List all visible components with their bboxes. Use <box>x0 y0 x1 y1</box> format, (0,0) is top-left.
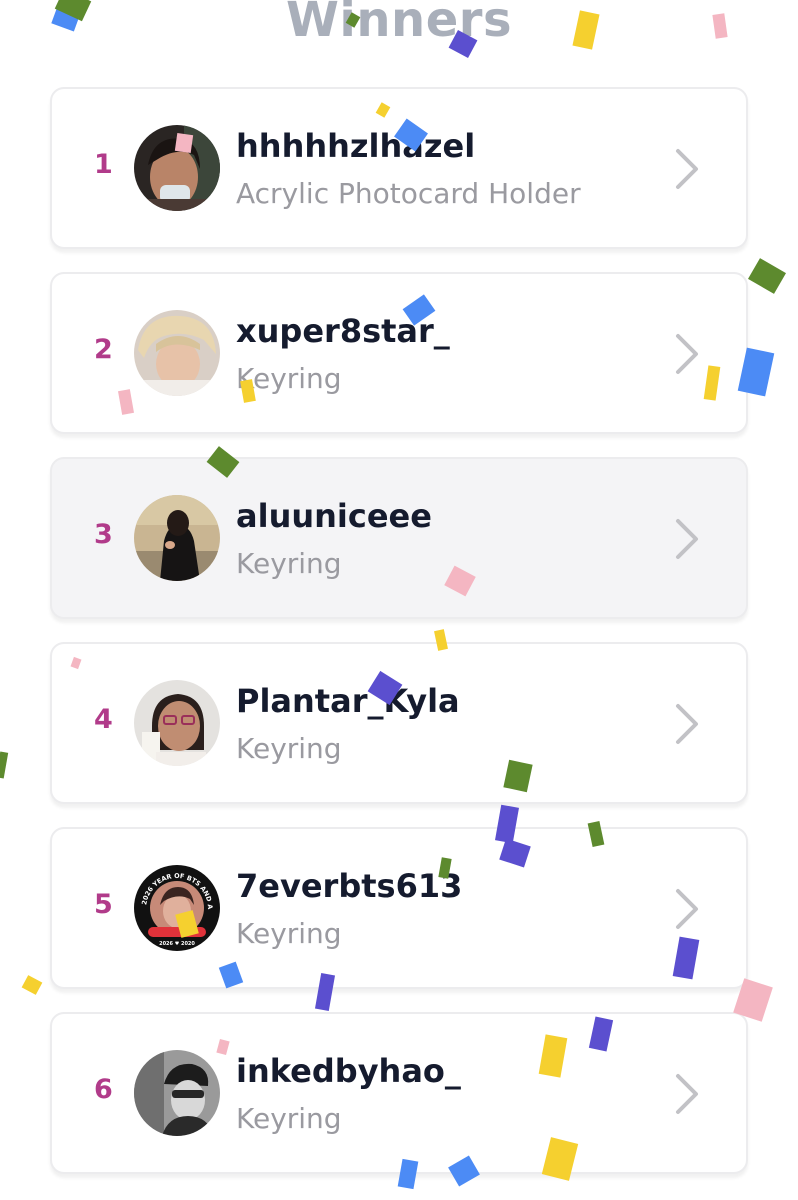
username: Plantar_Kyla <box>236 682 460 720</box>
rank-number: 4 <box>94 704 113 735</box>
username: hhhhhzlhazel <box>236 127 476 165</box>
chevron-right-icon <box>676 334 698 374</box>
username: aluuniceee <box>236 497 432 535</box>
avatar-photo-icon <box>134 1050 220 1136</box>
winners-list: 1 hhhhhzlhazel Acrylic Photocard Holder … <box>50 87 750 1197</box>
rank-number: 1 <box>94 149 113 180</box>
avatar-photo-icon <box>134 680 220 766</box>
rank-number: 2 <box>94 334 113 365</box>
prize-label: Keyring <box>236 732 342 765</box>
page-title: Winners <box>285 0 513 48</box>
prize-label: Keyring <box>236 547 342 580</box>
badge-years-text: 2026 ♥ 2020 <box>159 941 195 947</box>
chevron-right-icon <box>676 149 698 189</box>
winner-card-6[interactable]: 6 inkedbyhao_ Keyring <box>50 1012 748 1174</box>
prize-label: Acrylic Photocard Holder <box>236 177 581 210</box>
username: 7everbts613 <box>236 867 463 905</box>
rank-number: 6 <box>94 1074 113 1105</box>
avatar-photo-icon <box>134 495 220 581</box>
chevron-right-icon <box>676 704 698 744</box>
winner-card-4[interactable]: 4 Plantar_Kyla Keyring <box>50 642 748 804</box>
chevron-right-icon <box>676 1074 698 1114</box>
winner-card-3[interactable]: 3 aluuniceee Keyring <box>50 457 748 619</box>
winner-card-1[interactable]: 1 hhhhhzlhazel Acrylic Photocard Holder <box>50 87 748 249</box>
prize-label: Keyring <box>236 917 342 950</box>
prize-label: Keyring <box>236 362 342 395</box>
username: xuper8star_ <box>236 312 450 350</box>
confetti-piece <box>21 975 43 995</box>
rank-number: 5 <box>94 889 113 920</box>
chevron-right-icon <box>676 889 698 929</box>
winner-card-5[interactable]: 5 2026 YEAR OF BTS AND ARMY 2026 ♥ 2020 … <box>50 827 748 989</box>
confetti-piece <box>748 258 786 294</box>
avatar-badge-icon: 2026 YEAR OF BTS AND ARMY 2026 ♥ 2020 <box>134 865 220 951</box>
avatar-photo-icon <box>134 125 220 211</box>
chevron-right-icon <box>676 519 698 559</box>
rank-number: 3 <box>94 519 113 550</box>
prize-label: Keyring <box>236 1102 342 1135</box>
winner-card-2[interactable]: 2 xuper8star_ Keyring <box>50 272 748 434</box>
username: inkedbyhao_ <box>236 1052 461 1090</box>
avatar-photo-icon <box>134 310 220 396</box>
confetti-piece <box>0 751 9 779</box>
